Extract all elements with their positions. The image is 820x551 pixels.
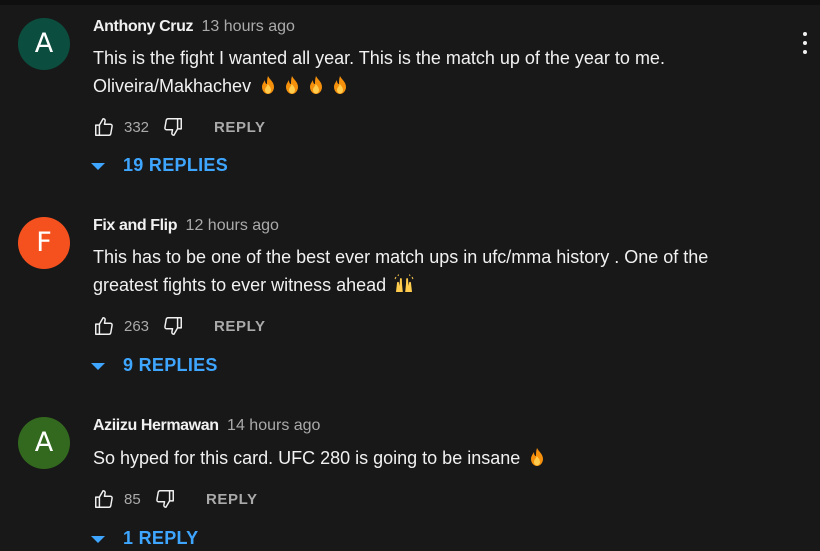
comment-header: Fix and Flip 12 hours ago (93, 217, 279, 235)
caret-down-icon (91, 162, 105, 170)
fire-emoji (531, 448, 544, 466)
comment-line: This is the fight I wanted all year. Thi… (93, 48, 665, 68)
like-count: 263 (124, 317, 150, 335)
view-replies-button[interactable]: 1 REPLY (91, 525, 198, 551)
comment-line-text: So hyped for this card. UFC 280 is going… (93, 448, 521, 468)
more-vert-icon[interactable] (795, 30, 815, 56)
comment-actions: 263 REPLY (93, 314, 266, 338)
comment-line: greatest fights to ever witness ahead (93, 271, 783, 299)
like-icon[interactable] (93, 488, 115, 510)
fire-emoji (334, 76, 347, 94)
caret-down-icon (91, 362, 105, 370)
comment-actions: 332 REPLY (93, 115, 266, 139)
reply-button[interactable]: REPLY (214, 318, 266, 335)
dislike-icon[interactable] (162, 315, 184, 337)
comment-text: This is the fight I wanted all year. Thi… (93, 44, 783, 100)
fire-emoji (262, 76, 275, 94)
author-name[interactable]: Anthony Cruz (93, 18, 193, 35)
comment-header: Aziizu Hermawan 14 hours ago (93, 417, 320, 435)
view-replies-button[interactable]: 19 REPLIES (91, 152, 228, 178)
fire-emoji (286, 76, 299, 94)
comment-actions: 85 REPLY (93, 487, 258, 511)
like-icon[interactable] (93, 315, 115, 337)
avatar[interactable]: A (18, 417, 70, 469)
timestamp[interactable]: 13 hours ago (202, 18, 295, 35)
comment-text: This has to be one of the best ever matc… (93, 243, 783, 299)
author-name[interactable]: Fix and Flip (93, 217, 177, 234)
fire-emoji (310, 76, 323, 94)
comment-line-text: Oliveira/Makhachev (93, 76, 252, 96)
replies-count-label: 1 REPLY (123, 527, 199, 548)
comment-text: So hyped for this card. UFC 280 is going… (93, 444, 783, 472)
caret-down-icon (91, 535, 105, 543)
like-count: 85 (124, 490, 141, 508)
comment-line: This has to be one of the best ever matc… (93, 247, 709, 267)
reply-button[interactable]: REPLY (214, 119, 266, 136)
author-name[interactable]: Aziizu Hermawan (93, 417, 219, 434)
avatar[interactable]: F (18, 217, 70, 269)
view-replies-button[interactable]: 9 REPLIES (91, 352, 218, 378)
comment-header: Anthony Cruz 13 hours ago (93, 18, 295, 36)
comment-line-text: greatest fights to ever witness ahead (93, 275, 387, 295)
reply-button[interactable]: REPLY (206, 491, 258, 508)
avatar[interactable]: A (18, 18, 70, 70)
replies-count-label: 9 REPLIES (123, 354, 218, 375)
like-icon[interactable] (93, 116, 115, 138)
timestamp[interactable]: 14 hours ago (227, 417, 320, 434)
dislike-icon[interactable] (162, 116, 184, 138)
fire-emoji-group (256, 76, 352, 96)
comment-line: So hyped for this card. UFC 280 is going… (93, 444, 783, 472)
top-edge (0, 0, 820, 5)
dislike-icon[interactable] (154, 488, 176, 510)
timestamp[interactable]: 12 hours ago (186, 217, 279, 234)
replies-count-label: 19 REPLIES (123, 154, 229, 175)
like-count: 332 (124, 118, 150, 136)
comment-line: Oliveira/Makhachev (93, 72, 783, 100)
raising-hands-emoji (394, 274, 414, 292)
